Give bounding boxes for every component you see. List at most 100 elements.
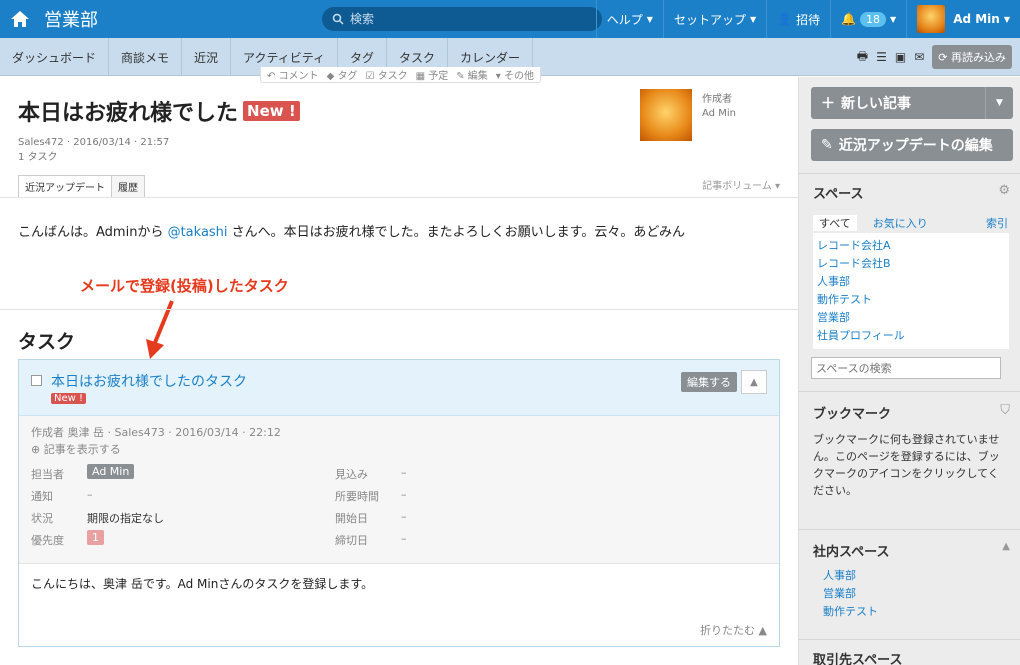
space-link[interactable]: 動作テスト	[817, 291, 1005, 309]
post-task-count: 1 タスク	[18, 152, 58, 163]
author-name[interactable]: Ad Min	[702, 107, 736, 121]
search-box[interactable]	[322, 7, 602, 31]
notification-count: 18	[860, 11, 887, 27]
help-menu[interactable]: ヘルプ ▼	[595, 0, 663, 38]
tab-all[interactable]: すべて	[813, 215, 857, 231]
task-heading: タスク	[18, 331, 76, 353]
print-icon[interactable]: 🖶	[857, 47, 868, 68]
body-text: こんばんは。Adminから	[18, 225, 168, 240]
page-title: 本日はお疲れ様でした New !	[18, 95, 300, 127]
annotation-label: メールで登録(投稿)したタスク	[80, 277, 289, 295]
chevron-down-icon: ▼	[1003, 14, 1010, 24]
task-title[interactable]: 本日はお疲れ様でしたのタスク	[51, 371, 247, 391]
due-label: 締切日	[335, 534, 368, 547]
required-label: 所要時間	[335, 490, 379, 503]
tab-deal-notes[interactable]: 商談メモ	[109, 38, 183, 76]
tab-dashboard[interactable]: ダッシュボード	[0, 38, 110, 76]
space-link[interactable]: 人事部	[823, 567, 878, 585]
help-label: ヘルプ	[606, 12, 643, 27]
space-link[interactable]: 動作テスト	[823, 603, 878, 621]
bookmark-icon[interactable]: ⛉	[1000, 403, 1010, 418]
author-label: 作成者	[702, 94, 732, 105]
assignee-badge[interactable]: Ad Min	[87, 464, 135, 479]
assignee-label: 担当者	[31, 468, 64, 481]
avatar	[917, 5, 946, 33]
setup-menu[interactable]: セットアップ ▼	[662, 0, 766, 38]
home-icon[interactable]	[0, 0, 40, 38]
priority-label: 優先度	[31, 534, 64, 547]
chevron-up-icon[interactable]: ▲	[1002, 541, 1010, 552]
space-link[interactable]: レコード会社A	[817, 237, 1005, 255]
tab-history[interactable]: 履歴	[111, 175, 145, 198]
chevron-up-icon: ▲	[758, 624, 767, 637]
mail-icon[interactable]: ✉	[914, 50, 924, 64]
task-meta: 作成者 奥津 岳 · Sales473 · 2016/03/14 · 22:12	[31, 426, 281, 439]
chevron-down-icon: ▼	[646, 14, 653, 24]
internal-space-list: 人事部 営業部 動作テスト	[823, 567, 878, 621]
fold-link[interactable]: 折りたたむ ▲	[700, 622, 767, 638]
sidebar: ＋ 新しい記事 ▼ ✎ 近況アップデートの編集 スペース ⚙ すべて お気に入り …	[798, 77, 1020, 665]
reload-button[interactable]: ⟳ 再読み込み	[932, 45, 1012, 69]
gear-icon[interactable]: ⚙	[998, 183, 1010, 198]
save-icon[interactable]: ▣	[895, 50, 906, 64]
post-meta: Sales472 · 2016/03/14 · 21:57 1 タスク	[18, 135, 169, 165]
space-list: レコード会社A レコード会社B 人事部 動作テスト 営業部 社員プロフィール	[813, 233, 1009, 349]
divider	[799, 173, 1020, 174]
status-label: 状況	[31, 512, 53, 525]
new-post-label: 新しい記事	[841, 96, 911, 112]
new-post-button[interactable]: ＋ 新しい記事 ▼	[811, 87, 1013, 119]
spaces-heading: スペース	[813, 187, 864, 202]
annotation-arrow	[146, 300, 174, 359]
space-link[interactable]: 営業部	[823, 585, 878, 603]
volume-label: 記事ボリューム	[702, 181, 772, 192]
estimate-label: 見込み	[335, 468, 368, 481]
divider	[0, 309, 798, 310]
index-link[interactable]: 索引	[986, 215, 1008, 231]
space-link[interactable]: 人事部	[817, 273, 1005, 291]
space-search-input[interactable]	[811, 357, 1001, 379]
author-block: 作成者 Ad Min	[640, 89, 736, 141]
start-value: –	[401, 510, 407, 523]
user-menu[interactable]: Ad Min ▼	[906, 0, 1020, 38]
internal-spaces-heading: 社内スペース	[813, 545, 890, 560]
edit-update-button[interactable]: ✎ 近況アップデートの編集	[811, 129, 1013, 161]
search-input[interactable]	[350, 12, 580, 26]
chevron-down-icon[interactable]: ▼	[985, 87, 1013, 119]
volume-menu[interactable]: 記事ボリューム ▾	[702, 177, 780, 192]
divider	[799, 639, 1020, 640]
top-bar: 営業部 ヘルプ▼ セットアップ▼ 👤招待 🔔18▼ Ad Min▼	[0, 0, 1020, 38]
notifications-button[interactable]: 🔔 18 ▼	[830, 0, 906, 38]
tab-updates[interactable]: 近況	[182, 38, 232, 76]
edit-update-label: 近況アップデートの編集	[838, 138, 993, 154]
fold-label: 折りたたむ	[700, 624, 756, 637]
space-link[interactable]: レコード会社B	[817, 255, 1005, 273]
invite-label: 招待	[796, 12, 821, 27]
invite-button[interactable]: 👤 招待	[766, 0, 830, 38]
search-icon	[332, 13, 344, 25]
priority-badge: 1	[87, 530, 104, 545]
notify-label: 通知	[31, 490, 53, 503]
divider	[799, 529, 1020, 530]
chevron-down-icon: ▼	[749, 14, 757, 24]
space-link[interactable]: 営業部	[817, 309, 1005, 327]
new-badge: New !	[51, 393, 86, 404]
chevron-up-icon: ▲	[750, 376, 758, 388]
edit-task-button[interactable]: 編集する	[681, 372, 737, 392]
collapse-button[interactable]: ▲	[741, 370, 767, 394]
task-card: 本日はお疲れ様でしたのタスク New ! 編集する ▲ 作成者 奥津 岳 · S…	[18, 359, 780, 647]
mention-link[interactable]: @takashi	[168, 225, 228, 240]
task-checkbox[interactable]	[31, 375, 42, 386]
show-post-link[interactable]: ⊕ 記事を表示する	[31, 441, 121, 457]
divider	[0, 197, 798, 198]
due-value: –	[401, 532, 407, 545]
author-avatar[interactable]	[640, 89, 692, 141]
notify-value: –	[87, 488, 93, 501]
app-title[interactable]: 営業部	[44, 6, 98, 32]
space-link[interactable]: 社員プロフィール	[817, 327, 1005, 345]
rss-icon[interactable]: ☰	[876, 50, 887, 64]
required-value: –	[401, 488, 407, 501]
user-plus-icon: 👤	[777, 12, 793, 26]
tab-favorites[interactable]: お気に入り	[873, 215, 928, 231]
tab-update[interactable]: 近況アップデート	[18, 175, 112, 198]
post-meta-line: Sales472 · 2016/03/14 · 21:57	[18, 137, 170, 148]
